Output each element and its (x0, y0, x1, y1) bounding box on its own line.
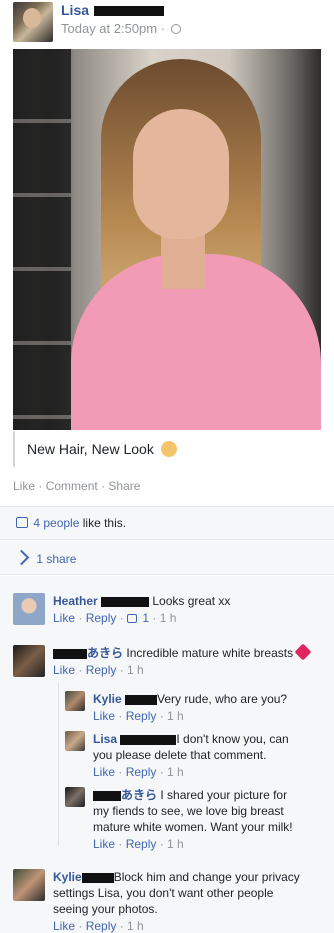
comment-reply-link[interactable]: Reply (86, 919, 117, 933)
reply-thread-line (58, 683, 59, 846)
comment-text: Incredible mature white breasts (126, 646, 294, 660)
share-arrow-icon (13, 549, 30, 566)
reply-text-line1: I shared your picture for (160, 788, 288, 802)
comment: Heather Looks great xx Like · Reply · 1 … (53, 594, 231, 625)
reply: Kylie Very rude, who are you? Like · Rep… (93, 692, 288, 723)
thumbs-up-icon (127, 614, 138, 623)
post-timestamp[interactable]: Today at 2:50pm · (61, 21, 181, 36)
like-link[interactable]: Like (13, 479, 35, 493)
reply-text-line2: my fiends to see, we love big breast (93, 804, 284, 818)
blonde-person-emoji-icon (160, 441, 177, 457)
comment-author[interactable]: あきら (87, 646, 123, 660)
reply-author[interactable]: Lisa (93, 732, 117, 746)
comment-text-line3: seeing your photos. (53, 902, 158, 916)
redacted-name-bar (94, 6, 164, 16)
comment-time[interactable]: 1 h (127, 663, 144, 677)
likes-count-link[interactable]: 4 people (33, 516, 79, 530)
likes-suffix: like this. (82, 516, 127, 530)
reply-time[interactable]: 1 h (167, 837, 184, 851)
comment-likes-count[interactable]: 1 (142, 611, 149, 625)
post-time-text: Today at 2:50pm (61, 21, 158, 36)
heart-icon (294, 643, 312, 661)
post-actions: Like · Comment · Share (13, 479, 141, 493)
redacted-name-bar (53, 648, 87, 659)
comment-text-line2: settings Lisa, you don't want other peop… (53, 886, 274, 900)
comment-like-link[interactable]: Like (53, 919, 75, 933)
comment-reply-link[interactable]: Reply (86, 663, 117, 677)
comment-link[interactable]: Comment (46, 479, 98, 493)
globe-icon (170, 24, 181, 34)
reply-text-line1: I don't know you, can (176, 732, 289, 746)
redacted-name-bar (81, 872, 114, 883)
post-caption: New Hair, New Look (13, 431, 321, 467)
redacted-name-bar (93, 790, 121, 801)
share-link[interactable]: Share (108, 479, 140, 493)
redacted-name-bar (125, 694, 158, 705)
comment-author[interactable]: Heather (53, 594, 98, 608)
comment-author[interactable]: Kylie (53, 870, 82, 884)
reply-like-link[interactable]: Like (93, 837, 115, 851)
redacted-name-bar (120, 734, 177, 745)
reply-reply-link[interactable]: Reply (126, 837, 157, 851)
reply: あきら I shared your picture for my fiends … (93, 787, 328, 852)
commenter-avatar[interactable] (13, 593, 45, 625)
comment-time[interactable]: 1 h (127, 919, 144, 933)
redacted-name-bar (101, 596, 150, 607)
reply-time[interactable]: 1 h (167, 709, 184, 723)
thumbs-up-icon (16, 517, 28, 528)
comment-text: Looks great xx (152, 594, 231, 608)
comment: あきら Incredible mature white breasts Like… (53, 643, 328, 678)
comment-like-link[interactable]: Like (53, 663, 75, 677)
reply: Lisa I don't know you, can you please de… (93, 731, 328, 780)
reply-text-line3: mature white women. Want your milk! (93, 820, 293, 834)
reply-like-link[interactable]: Like (93, 765, 115, 779)
reply-like-link[interactable]: Like (93, 709, 115, 723)
reply-author[interactable]: Kylie (93, 692, 122, 706)
reply-author[interactable]: あきら (121, 788, 157, 802)
commenter-avatar[interactable] (13, 645, 45, 677)
reply-text: Very rude, who are you? (157, 692, 288, 706)
comment-time[interactable]: 1 h (160, 611, 177, 625)
reply-reply-link[interactable]: Reply (126, 709, 157, 723)
post-author-name[interactable]: Lisa (61, 2, 89, 18)
comment-reply-link[interactable]: Reply (86, 611, 117, 625)
reply-text-line2: you please delete that comment. (93, 748, 267, 762)
shares-count-link[interactable]: 1 share (36, 552, 76, 566)
reply-avatar[interactable] (65, 731, 85, 751)
commenter-avatar[interactable] (13, 869, 45, 901)
caption-text: New Hair, New Look (27, 441, 154, 457)
reply-time[interactable]: 1 h (167, 765, 184, 779)
reply-avatar[interactable] (65, 787, 85, 807)
post-header: Lisa Today at 2:50pm · (0, 0, 334, 44)
likes-summary: 4 people like this. (0, 506, 334, 540)
comment-like-link[interactable]: Like (53, 611, 75, 625)
author-avatar[interactable] (13, 2, 53, 42)
reply-reply-link[interactable]: Reply (126, 765, 157, 779)
shares-summary: 1 share (0, 541, 334, 575)
reply-avatar[interactable] (65, 691, 85, 711)
comment-text-line1: Block him and change your privacy (113, 870, 300, 884)
comment: Kylie Block him and change your privacy s… (53, 869, 328, 933)
post-photo[interactable] (13, 49, 321, 430)
